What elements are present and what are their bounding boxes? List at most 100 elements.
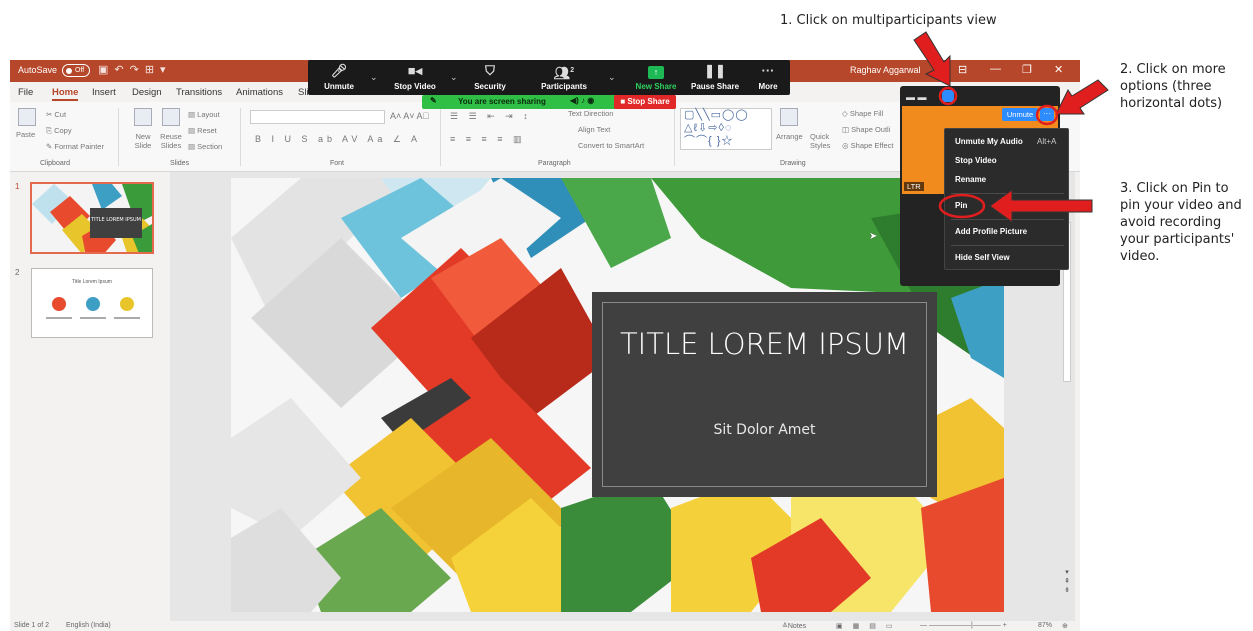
layout-button[interactable]: ▤ Layout [188,110,220,119]
menu-pin[interactable]: Pin [955,201,967,210]
zoom-meeting-toolbar: 🎤︎ Unmute ⌄ ■◂ Stop Video ⌄ ⛉ Security 👥… [308,60,790,95]
security-button[interactable]: ⛉ Security [468,60,512,95]
autosave-toggle[interactable]: Off [62,64,90,77]
audio-options-caret-icon[interactable]: ⌄ [370,72,378,83]
slide-count: Slide 1 of 2 [14,622,50,629]
restore-icon[interactable]: ❐ [1022,63,1032,76]
list-buttons[interactable]: ☰ ☰ ⇤ ⇥ ↕ [450,111,532,122]
tab-home[interactable]: Home [52,87,79,101]
slide-thumbnail-1[interactable]: TITLE LOREM IPSUM [30,182,154,254]
slides-group-label: Slides [170,160,190,167]
scroll-nav-buttons[interactable]: ▾ ⇞ ⇟ [1063,568,1071,608]
tab-design[interactable]: Design [132,87,162,98]
participant-name-tag: LTR [904,182,924,191]
format-painter-button[interactable]: ✎ Format Painter [46,142,104,151]
user-name: Raghav Aggarwal [850,65,921,75]
video-options-caret-icon[interactable]: ⌄ [450,72,458,83]
panel-window-controls[interactable]: ▬ ▬ [906,92,927,102]
more-options-button[interactable]: ··· [1040,108,1054,121]
reuse-slides-icon[interactable] [162,108,180,126]
paragraph-group-label: Paragraph [538,160,571,167]
slide-thumbnail-2[interactable]: Title Lorem Ipsum [31,268,153,338]
participants-button[interactable]: 👥︎2 Participants [534,60,594,95]
participants-icon: 👥︎2 [553,65,575,81]
section-button[interactable]: ▤ Section [188,142,222,151]
thumb2-text-line [80,317,106,319]
ribbon-separator [240,108,241,166]
ribbon-separator [440,108,441,166]
share-screen-icon: ↑ [630,60,682,82]
language-indicator[interactable]: English (India) [66,622,111,629]
convert-smartart-button[interactable]: Convert to SmartArt [578,141,644,150]
tile-unmute-button[interactable]: Unmute [1002,108,1038,121]
more-button[interactable]: ··· More [750,60,786,95]
view-buttons[interactable]: ▣▦▤▭ [836,622,902,630]
clipboard-group-label: Clipboard [40,160,70,167]
status-bar: Slide 1 of 2 English (India) ≙ Notes ▣▦▤… [10,621,1080,631]
zoom-level[interactable]: 87% [1038,622,1052,629]
reset-button[interactable]: ▤ Reset [188,126,217,135]
multiparticipants-view-button[interactable] [942,90,954,102]
thumb2-text-line [114,317,140,319]
arrange-button[interactable]: Arrange [776,132,803,141]
new-slide-button[interactable]: New Slide [128,132,158,150]
menu-hide-self-view[interactable]: Hide Self View [955,253,1010,262]
new-slide-icon[interactable] [134,108,152,126]
font-group-label: Font [330,160,345,167]
notes-button[interactable]: ≙ Notes [782,622,806,630]
font-format-buttons[interactable]: B I U S ab AV Aa ∠ A [255,134,421,145]
stop-share-button[interactable]: ■ Stop Share [614,95,676,109]
current-slide[interactable]: TITLE LOREM IPSUM Sit Dolor Amet [231,178,1004,612]
stop-video-button[interactable]: ■◂ Stop Video [390,60,440,95]
thumb1-title: TITLE LOREM IPSUM [90,217,141,223]
tab-animations[interactable]: Animations [236,87,283,98]
unmute-button[interactable]: 🎤︎ Unmute [316,60,362,95]
menu-separator [951,219,1064,220]
shape-effects-button[interactable]: ◎ Shape Effect [842,141,893,150]
shield-icon: ⛉ [485,63,495,78]
minimize-icon[interactable]: — [990,63,1001,75]
paste-icon[interactable] [18,108,36,126]
arrange-icon[interactable] [780,108,798,126]
tab-slideshow[interactable]: Sli [298,87,309,98]
font-name-dropdown[interactable] [250,110,385,124]
slide-subtitle[interactable]: Sit Dolor Amet [592,422,937,438]
annotation-step-1: 1. Click on multiparticipants view [780,13,997,28]
cut-button[interactable]: ✂ Cut [46,110,66,119]
copy-button[interactable]: ⎘ Copy [46,126,72,136]
pause-share-button[interactable]: ❚❚ Pause Share [688,60,742,95]
sharing-status-text: You are screen sharing [458,97,546,106]
shape-fill-button[interactable]: ◇ Shape Fill [842,109,883,118]
annotation-step-2: 2. Click on more options (three horizont… [1120,62,1226,111]
reuse-slides-button[interactable]: Reuse Slides [156,132,186,150]
menu-stop-video[interactable]: Stop Video [955,156,997,165]
menu-rename[interactable]: Rename [955,175,986,184]
tab-insert[interactable]: Insert [92,87,116,98]
ribbon-separator [674,108,675,166]
autosave-label: AutoSave [18,65,58,75]
menu-unmute-my-audio[interactable]: Unmute My Audio [955,137,1023,146]
align-buttons[interactable]: ≡ ≡ ≡ ≡ ▥ [450,134,526,145]
zoom-slider[interactable]: — ——————|———— + [920,622,1007,629]
shapes-gallery[interactable]: ▢╲╲▭◯◯ △ℓ⇩⇨◊◌ ⌒⌒{ }☆ [680,108,772,150]
fit-slide-icon[interactable]: ⊕ [1062,622,1068,630]
align-text-button[interactable]: Align Text [578,125,610,134]
close-icon[interactable]: ✕ [1054,63,1063,76]
thumb2-title: Title Lorem Ipsum [72,279,112,285]
slide-title[interactable]: TITLE LOREM IPSUM [592,328,937,361]
font-size-controls[interactable]: A˄ A˅ A⃥ [390,111,429,121]
quick-styles-button[interactable]: Quick Styles [810,132,834,150]
screen-sharing-banner: ✎ You are screen sharing ◀) ♪ ◉ ■ Stop S… [422,95,676,109]
text-direction-button[interactable]: Text Direction [568,109,613,118]
participants-caret-icon[interactable]: ⌄ [608,72,616,83]
ribbon-display-icon[interactable]: ⊟ [958,63,967,76]
quick-access-toolbar-icons[interactable]: ▣↶↷⊞▾ [98,63,172,76]
menu-add-profile-picture[interactable]: Add Profile Picture [955,227,1027,236]
title-placeholder[interactable]: TITLE LOREM IPSUM Sit Dolor Amet [592,292,937,497]
paste-button[interactable]: Paste [16,130,35,139]
tab-transitions[interactable]: Transitions [176,87,222,98]
tab-file[interactable]: File [18,87,33,98]
new-share-button[interactable]: ↑ New Share [630,60,682,95]
shape-outline-button[interactable]: ◫ Shape Outli [842,125,890,134]
sharing-status-icons: ◀) ♪ ◉ [570,96,595,105]
